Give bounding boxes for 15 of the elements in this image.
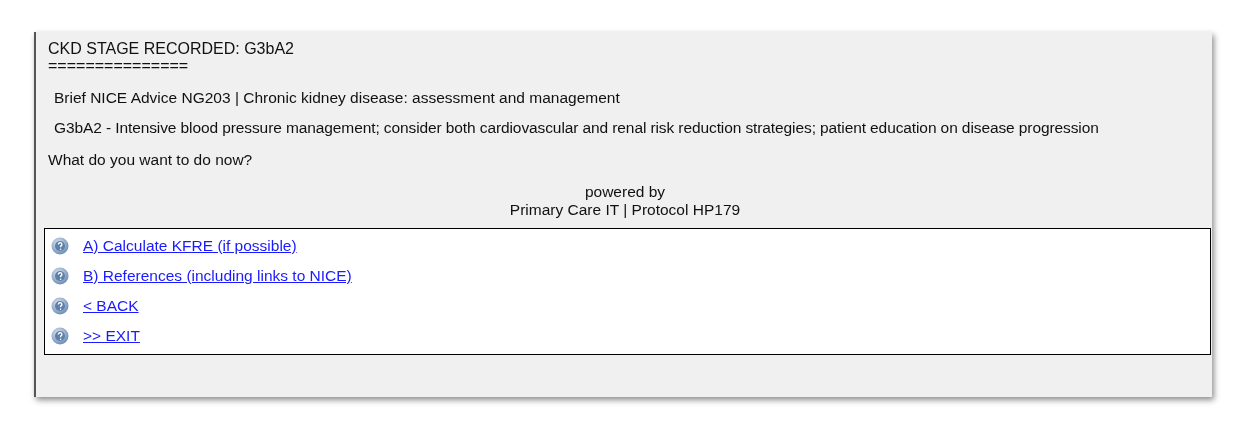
prompt-text: What do you want to do now?: [48, 151, 254, 169]
help-icon: [51, 237, 69, 255]
help-icon: [51, 327, 69, 345]
option-link[interactable]: >> EXIT: [83, 327, 140, 345]
heading-underline: ===============: [48, 57, 190, 74]
help-icon: [51, 297, 69, 315]
advice-text: G3bA2 - Intensive blood pressure management; consider both cardiovascular and renal risk reduction strategies; patient education on disease progression: [53, 119, 1100, 137]
protocol-text: Primary Care IT | Protocol HP179: [508, 201, 742, 219]
option-link[interactable]: < BACK: [83, 297, 139, 315]
option-link[interactable]: A) Calculate KFRE (if possible): [83, 237, 297, 255]
powered-by-text: powered by: [583, 183, 667, 201]
option-link[interactable]: B) References (including links to NICE): [83, 267, 352, 285]
advice-title: Brief NICE Advice NG203 | Chronic kidney disease: assessment and management: [53, 89, 621, 107]
help-icon: [51, 267, 69, 285]
stage-heading: CKD STAGE RECORDED: G3bA2: [48, 40, 295, 57]
